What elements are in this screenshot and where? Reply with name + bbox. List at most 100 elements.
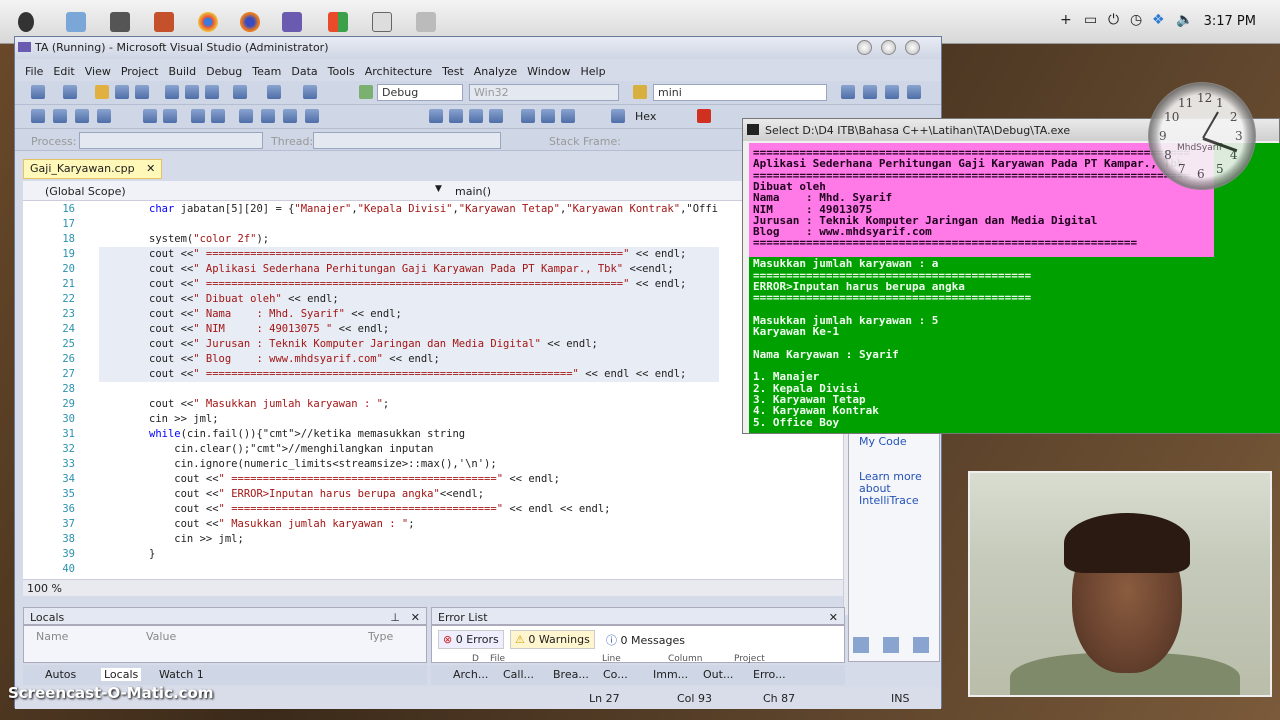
chrome-icon[interactable] (198, 12, 218, 32)
menu-help[interactable]: Help (581, 65, 606, 78)
code-line[interactable]: 22 cout <<" Dibuat oleh" << endl; (23, 292, 843, 307)
find-icon[interactable] (633, 85, 647, 99)
code-line[interactable]: 17 (23, 217, 843, 232)
maximize-button[interactable] (881, 40, 896, 55)
navigate-icon[interactable] (303, 85, 317, 99)
menu-file[interactable]: File (25, 65, 43, 78)
code-line[interactable]: 21 cout <<" =============================… (23, 277, 843, 292)
debug-restart-icon[interactable] (489, 109, 503, 123)
scope-combo[interactable]: (Global Scope) (45, 185, 126, 198)
col-name[interactable]: Name (36, 630, 68, 643)
breakpoint-icon[interactable] (697, 109, 711, 123)
menu-edit[interactable]: Edit (53, 65, 74, 78)
object-browser-icon[interactable] (885, 85, 899, 99)
editor-tool-icon[interactable] (97, 109, 111, 123)
learn-more-link[interactable]: Learn more about IntelliTrace (859, 471, 931, 507)
windows-icon[interactable] (328, 12, 348, 32)
menu-team[interactable]: Team (252, 65, 281, 78)
code-line[interactable]: 35 cout <<" ERROR>Inputan harus berupa a… (23, 487, 843, 502)
step-out-icon[interactable] (561, 109, 575, 123)
hex-button[interactable]: Hex (635, 110, 656, 123)
bottom-tab[interactable]: Brea... (553, 668, 589, 681)
bookmark-clear-icon[interactable] (305, 109, 319, 123)
new-project-icon[interactable] (31, 85, 45, 99)
bottom-tab[interactable]: Arch... (453, 668, 488, 681)
bookmark-prev-icon[interactable] (261, 109, 275, 123)
menu-build[interactable]: Build (168, 65, 196, 78)
editor-tool-icon[interactable] (53, 109, 67, 123)
clock-icon[interactable]: ◷ (1130, 12, 1142, 28)
open-icon[interactable] (95, 85, 109, 99)
add-item-icon[interactable] (63, 85, 77, 99)
messages-filter[interactable]: ⓘ 0 Messages (602, 630, 689, 650)
side-tool-icon[interactable] (853, 637, 869, 653)
code-line[interactable]: 31 while(cin.fail()){"cmt">//ketika memas… (23, 427, 843, 442)
plus-icon[interactable]: + (1060, 12, 1072, 28)
close-panel-icon[interactable]: ✕ (829, 611, 838, 624)
code-editor[interactable]: 16 char jabatan[5][20] = {"Manajer","Kepa… (23, 201, 843, 579)
close-panel-icon[interactable]: ✕ (411, 611, 420, 624)
col-value[interactable]: Value (146, 630, 176, 643)
bottom-tab[interactable]: Call... (503, 668, 534, 681)
find-combo[interactable]: mini (653, 84, 827, 101)
menu-data[interactable]: Data (291, 65, 317, 78)
error-col-file[interactable]: File (490, 654, 505, 664)
menu-project[interactable]: Project (121, 65, 159, 78)
redo-icon[interactable] (267, 85, 281, 99)
code-line[interactable]: 23 cout <<" Nama : Mhd. Syarif" << endl; (23, 307, 843, 322)
code-line[interactable]: 16 char jabatan[5][20] = {"Manajer","Kepa… (23, 202, 843, 217)
menu-tools[interactable]: Tools (328, 65, 355, 78)
side-tool-icon[interactable] (883, 637, 899, 653)
comment-icon[interactable] (191, 109, 205, 123)
code-line[interactable]: 27 cout <<" =============================… (23, 367, 843, 382)
bottom-tab[interactable]: Erro... (753, 668, 786, 681)
code-line[interactable]: 26 cout <<" Blog : www.mhdsyarif.com" << … (23, 352, 843, 367)
locals-panel-title[interactable]: Locals ⊥ ✕ (23, 607, 427, 625)
close-tab-icon[interactable]: ✕ (146, 162, 155, 175)
app-icon[interactable] (416, 12, 436, 32)
debug-stop-icon[interactable] (469, 109, 483, 123)
menu-test[interactable]: Test (442, 65, 464, 78)
window-icon[interactable] (372, 12, 392, 32)
col-type[interactable]: Type (368, 630, 393, 643)
power-icon[interactable]: ⏻ (1108, 12, 1119, 28)
volume-icon[interactable]: 🔈 (1176, 12, 1193, 28)
apple-icon[interactable] (18, 12, 34, 32)
menu-architecture[interactable]: Architecture (365, 65, 432, 78)
battery-icon[interactable]: ▭ (1084, 12, 1097, 28)
find-source-icon[interactable] (611, 109, 625, 123)
menu-view[interactable]: View (85, 65, 111, 78)
step-over-icon[interactable] (541, 109, 555, 123)
code-line[interactable]: 39} (23, 547, 843, 562)
solution-explorer-icon[interactable] (841, 85, 855, 99)
menu-analyze[interactable]: Analyze (474, 65, 517, 78)
code-line[interactable]: 18 system("color 2f"); (23, 232, 843, 247)
cube-icon[interactable]: ❖ (1152, 12, 1165, 28)
bookmark-next-icon[interactable] (283, 109, 297, 123)
warnings-filter[interactable]: ⚠ 0 Warnings (510, 630, 595, 649)
tab-autos[interactable]: Autos (45, 668, 76, 681)
save-all-icon[interactable] (135, 85, 149, 99)
clock-gadget[interactable]: MhdSyarif 12 1 2 3 4 5 6 7 8 9 10 11 (1148, 82, 1256, 190)
paste-icon[interactable] (205, 85, 219, 99)
code-line[interactable]: 30 cin >> jml; (23, 412, 843, 427)
errors-filter[interactable]: ⊗ 0 Errors (438, 630, 504, 649)
calculator-icon[interactable] (110, 12, 130, 32)
vs-icon[interactable] (282, 12, 302, 32)
editor-tool-icon[interactable] (31, 109, 45, 123)
minimize-button[interactable] (857, 40, 872, 55)
step-into-icon[interactable] (521, 109, 535, 123)
pin-icon[interactable]: ⊥ (390, 611, 400, 624)
process-combo[interactable] (79, 132, 263, 149)
indent-icon[interactable] (163, 109, 177, 123)
debug-pause-icon[interactable] (449, 109, 463, 123)
tab-watch1[interactable]: Watch 1 (159, 668, 204, 681)
configuration-combo[interactable]: Debug (377, 84, 463, 101)
platform-combo[interactable]: Win32 (469, 84, 619, 101)
uncomment-icon[interactable] (211, 109, 225, 123)
menu-window[interactable]: Window (527, 65, 570, 78)
my-code-link[interactable]: My Code (859, 435, 907, 448)
code-line[interactable]: 34 cout <<" ============================… (23, 472, 843, 487)
error-list-title[interactable]: Error List ✕ (431, 607, 845, 625)
properties-icon[interactable] (863, 85, 877, 99)
